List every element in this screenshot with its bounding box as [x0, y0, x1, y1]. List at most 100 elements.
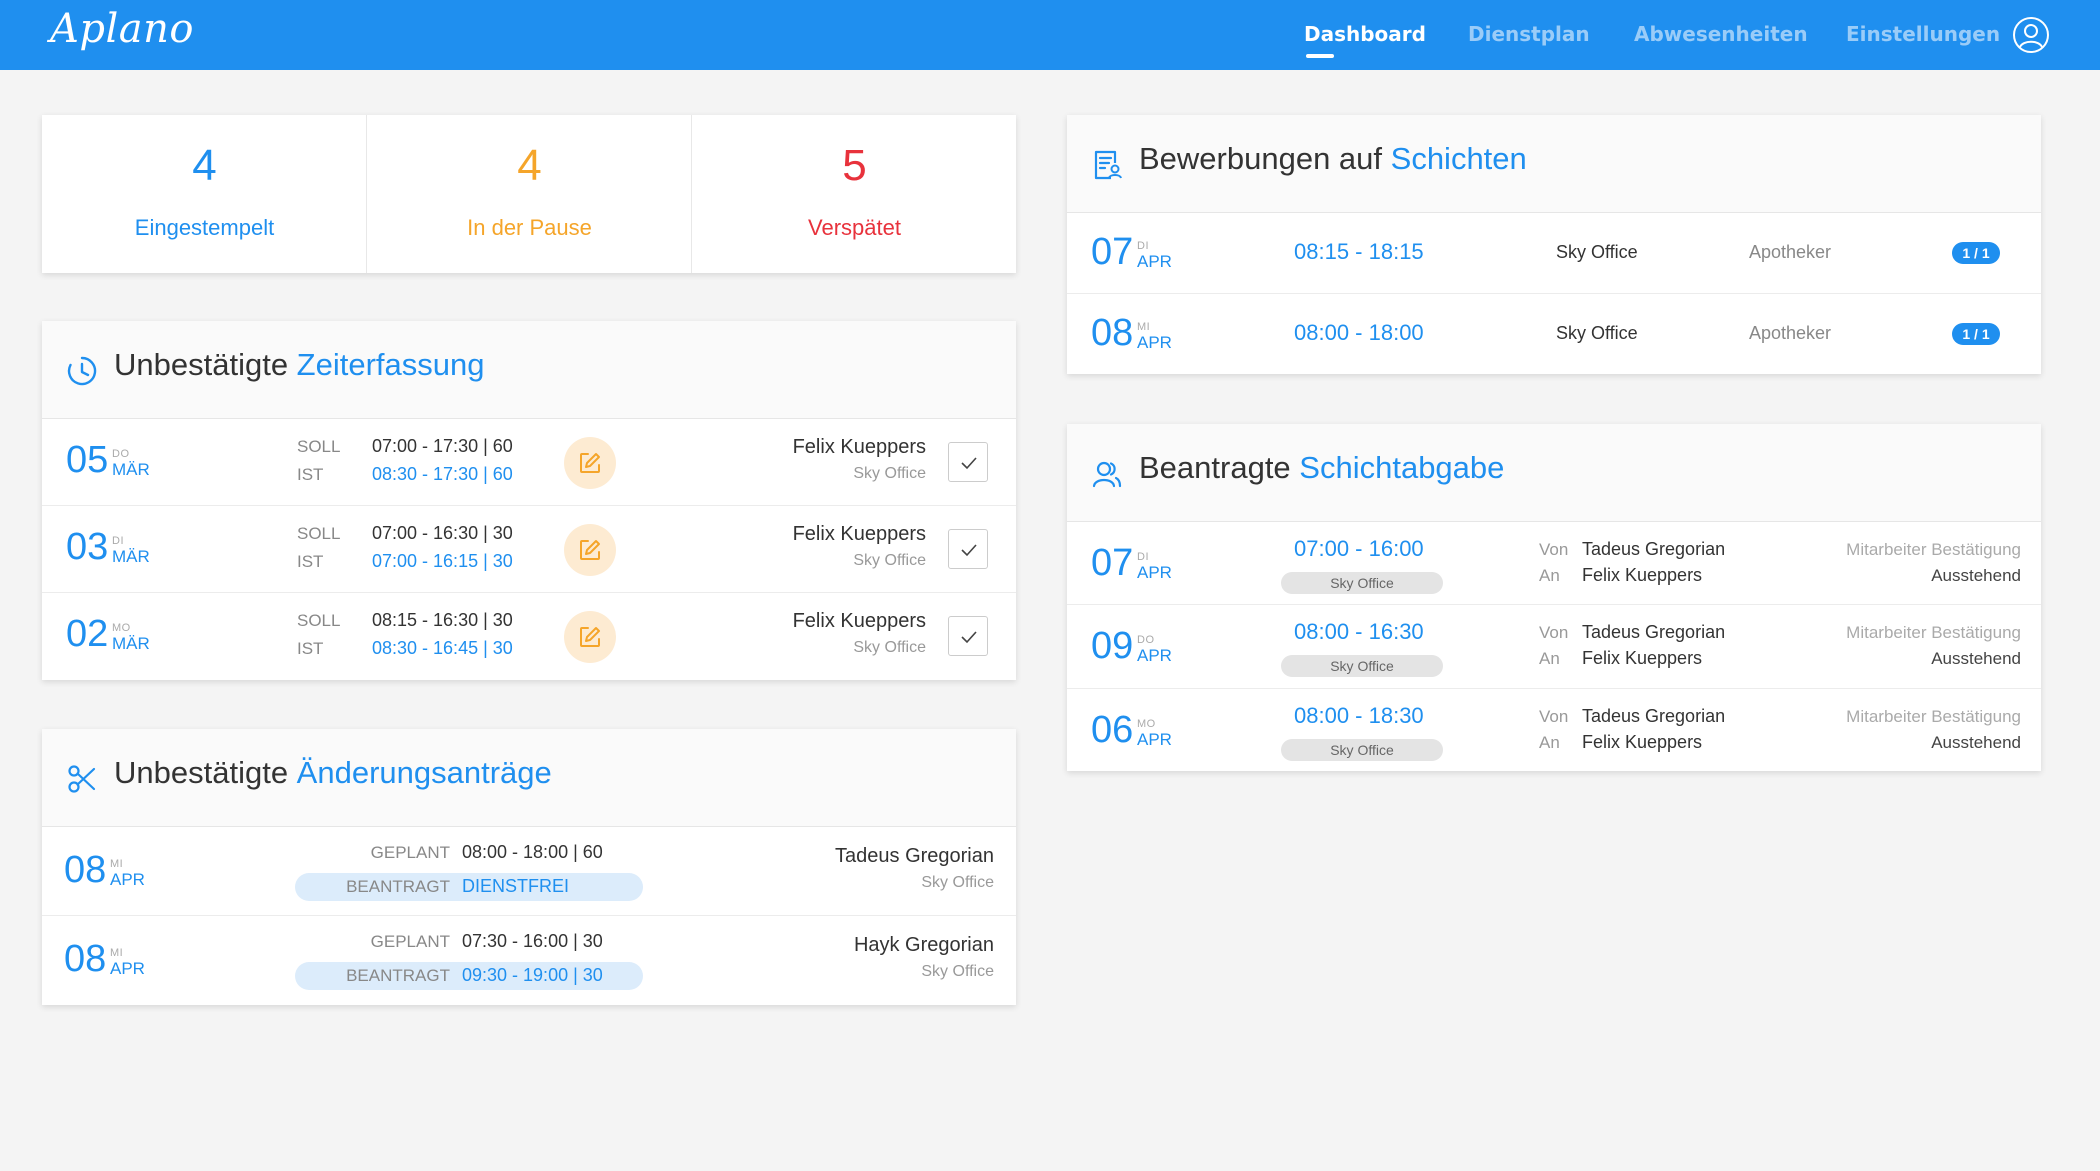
stat-value: 4: [517, 141, 542, 190]
geplant-label: GEPLANT: [370, 932, 450, 951]
edit-button[interactable]: [564, 437, 616, 489]
confirm-checkbox[interactable]: [948, 442, 988, 482]
von-name: Tadeus Gregorian: [1582, 706, 1726, 726]
edit-icon: [580, 540, 600, 560]
status-label: Mitarbeiter Bestätigung: [1846, 623, 2021, 642]
edit-icon: [580, 627, 600, 647]
employee-location: Sky Office: [921, 963, 994, 980]
an-label: An: [1539, 733, 1560, 752]
soll-label: SOLL: [297, 611, 341, 630]
nav-tab-einstellungen[interactable]: Einstellungen: [1846, 22, 2000, 46]
check-icon: [961, 631, 977, 644]
date-day: 08: [64, 849, 107, 891]
beantragt-label: BEANTRAGT: [346, 877, 450, 896]
status-label: Mitarbeiter Bestätigung: [1846, 540, 2021, 559]
date-weekday: DI: [1137, 240, 1149, 252]
confirm-checkbox[interactable]: [948, 529, 988, 569]
shift-time: 08:00 - 16:30: [1294, 619, 1424, 644]
date-month: APR: [1137, 333, 1172, 352]
stat-eingestempelt[interactable]: 4 Eingestempelt: [42, 115, 367, 273]
nav-tab-dienstplan[interactable]: Dienstplan: [1468, 22, 1590, 46]
schichtabgabe-row[interactable]: 09 DO APR 08:00 - 16:30 Sky Office Von A…: [1067, 605, 2041, 689]
shift-time: 08:00 - 18:00: [1294, 320, 1424, 345]
card-header: Bewerbungen auf Schichten: [1067, 115, 2041, 213]
beantragt-value: 09:30 - 19:00 | 30: [462, 965, 603, 985]
aenderungsantrag-row[interactable]: 08 MI APR GEPLANT 08:00 - 18:00 | 60 BEA…: [42, 827, 1016, 916]
an-name: Felix Kueppers: [1582, 648, 1703, 668]
von-label: Von: [1539, 540, 1569, 559]
nav-tab-dashboard[interactable]: Dashboard: [1304, 22, 1426, 46]
status-value: Ausstehend: [1931, 733, 2021, 752]
date-month: APR: [1137, 252, 1172, 271]
date-month: APR: [1137, 646, 1172, 665]
geplant-label: GEPLANT: [370, 843, 450, 862]
card-title: Bewerbungen auf Schichten: [1139, 141, 1527, 177]
date-day: 06: [1091, 709, 1134, 751]
date-month: APR: [110, 870, 145, 889]
stat-label: Eingestempelt: [134, 215, 275, 240]
applicants-badge[interactable]: 1 / 1: [1952, 323, 2000, 345]
employee-name: Tadeus Gregorian: [835, 845, 994, 867]
beantragt-label: BEANTRAGT: [346, 966, 450, 985]
users-icon: [1092, 461, 1122, 488]
zeiterfassung-row[interactable]: 02 MO MÄR SOLL IST 08:15 - 16:30 | 30 08…: [42, 593, 1016, 680]
ist-value: 08:30 - 16:45 | 30: [372, 638, 513, 658]
employee-name: Hayk Gregorian: [853, 934, 994, 956]
stat-value: 4: [192, 141, 217, 190]
scissors-icon: [68, 765, 96, 793]
shift-location: Sky Office: [1556, 242, 1638, 262]
date-month: MÄR: [112, 547, 150, 566]
an-name: Felix Kueppers: [1582, 565, 1703, 585]
bewerbung-row[interactable]: 07 DI APR 08:15 - 18:15 Sky Office Apoth…: [1067, 213, 2041, 294]
employee-location: Sky Office: [853, 639, 926, 656]
title-part: Bewerbungen auf: [1139, 141, 1391, 176]
confirm-checkbox[interactable]: [948, 616, 988, 656]
nav-tab-abwesenheiten[interactable]: Abwesenheiten: [1634, 22, 1808, 46]
status-value: Ausstehend: [1931, 649, 2021, 668]
schichtabgabe-row[interactable]: 06 MO APR 08:00 - 18:30 Sky Office Von A…: [1067, 689, 2041, 771]
card-zeiterfassung: Unbestätigte Zeiterfassung 05 DO MÄR SOL…: [42, 321, 1016, 680]
an-label: An: [1539, 566, 1560, 585]
title-part: Unbestätigte: [114, 347, 297, 382]
title-part: Beantragte: [1139, 450, 1300, 485]
top-navbar: Aplano Dashboard Dienstplan Abwesenheite…: [0, 0, 2100, 70]
card-title: Unbestätigte Änderungsanträge: [114, 755, 552, 791]
zeiterfassung-row[interactable]: 03 DI MÄR SOLL IST 07:00 - 16:30 | 30 07…: [42, 506, 1016, 593]
status-value: Ausstehend: [1931, 566, 2021, 585]
geplant-value: 07:30 - 16:00 | 30: [462, 931, 603, 951]
employee-name: Felix Kueppers: [792, 523, 926, 545]
edit-button[interactable]: [564, 524, 616, 576]
card-aenderungsantraege: Unbestätigte Änderungsanträge 08 MI APR …: [42, 729, 1016, 1005]
date-weekday: MO: [112, 622, 131, 634]
zeiterfassung-row[interactable]: 05 DO MÄR SOLL IST 07:00 - 17:30 | 60 08…: [42, 419, 1016, 506]
edit-icon: [580, 453, 600, 473]
bewerbung-row[interactable]: 08 MI APR 08:00 - 18:00 Sky Office Apoth…: [1067, 294, 2041, 374]
title-highlight: Schichtabgabe: [1299, 450, 1505, 485]
ist-value: 07:00 - 16:15 | 30: [372, 551, 513, 571]
date-month: MÄR: [112, 460, 150, 479]
date-weekday: DI: [1137, 551, 1149, 563]
stat-verspaetet[interactable]: 5 Verspätet: [692, 115, 1017, 273]
soll-value: 07:00 - 16:30 | 30: [372, 523, 513, 543]
applicants-badge[interactable]: 1 / 1: [1952, 242, 2000, 264]
stat-in-der-pause[interactable]: 4 In der Pause: [367, 115, 692, 273]
ist-value: 08:30 - 17:30 | 60: [372, 464, 513, 484]
date-day: 03: [66, 526, 109, 568]
schichtabgabe-row[interactable]: 07 DI APR 07:00 - 16:00 Sky Office Von A…: [1067, 522, 2041, 605]
employee-location: Sky Office: [853, 552, 926, 569]
geplant-value: 08:00 - 18:00 | 60: [462, 842, 603, 862]
ist-label: IST: [297, 552, 324, 571]
date-day: 02: [66, 613, 109, 655]
soll-value: 07:00 - 17:30 | 60: [372, 436, 513, 456]
date-weekday: MO: [1137, 718, 1156, 730]
an-label: An: [1539, 649, 1560, 668]
date-weekday: DI: [112, 535, 124, 547]
edit-button[interactable]: [564, 611, 616, 663]
title-highlight: Änderungsanträge: [296, 755, 552, 790]
ist-label: IST: [297, 465, 324, 484]
user-account-icon[interactable]: [2012, 16, 2050, 54]
app-logo[interactable]: Aplano: [50, 6, 194, 52]
aenderungsantrag-row[interactable]: 08 MI APR GEPLANT 07:30 - 16:00 | 30 BEA…: [42, 916, 1016, 1005]
stat-value: 5: [842, 141, 867, 190]
an-name: Felix Kueppers: [1582, 732, 1703, 752]
